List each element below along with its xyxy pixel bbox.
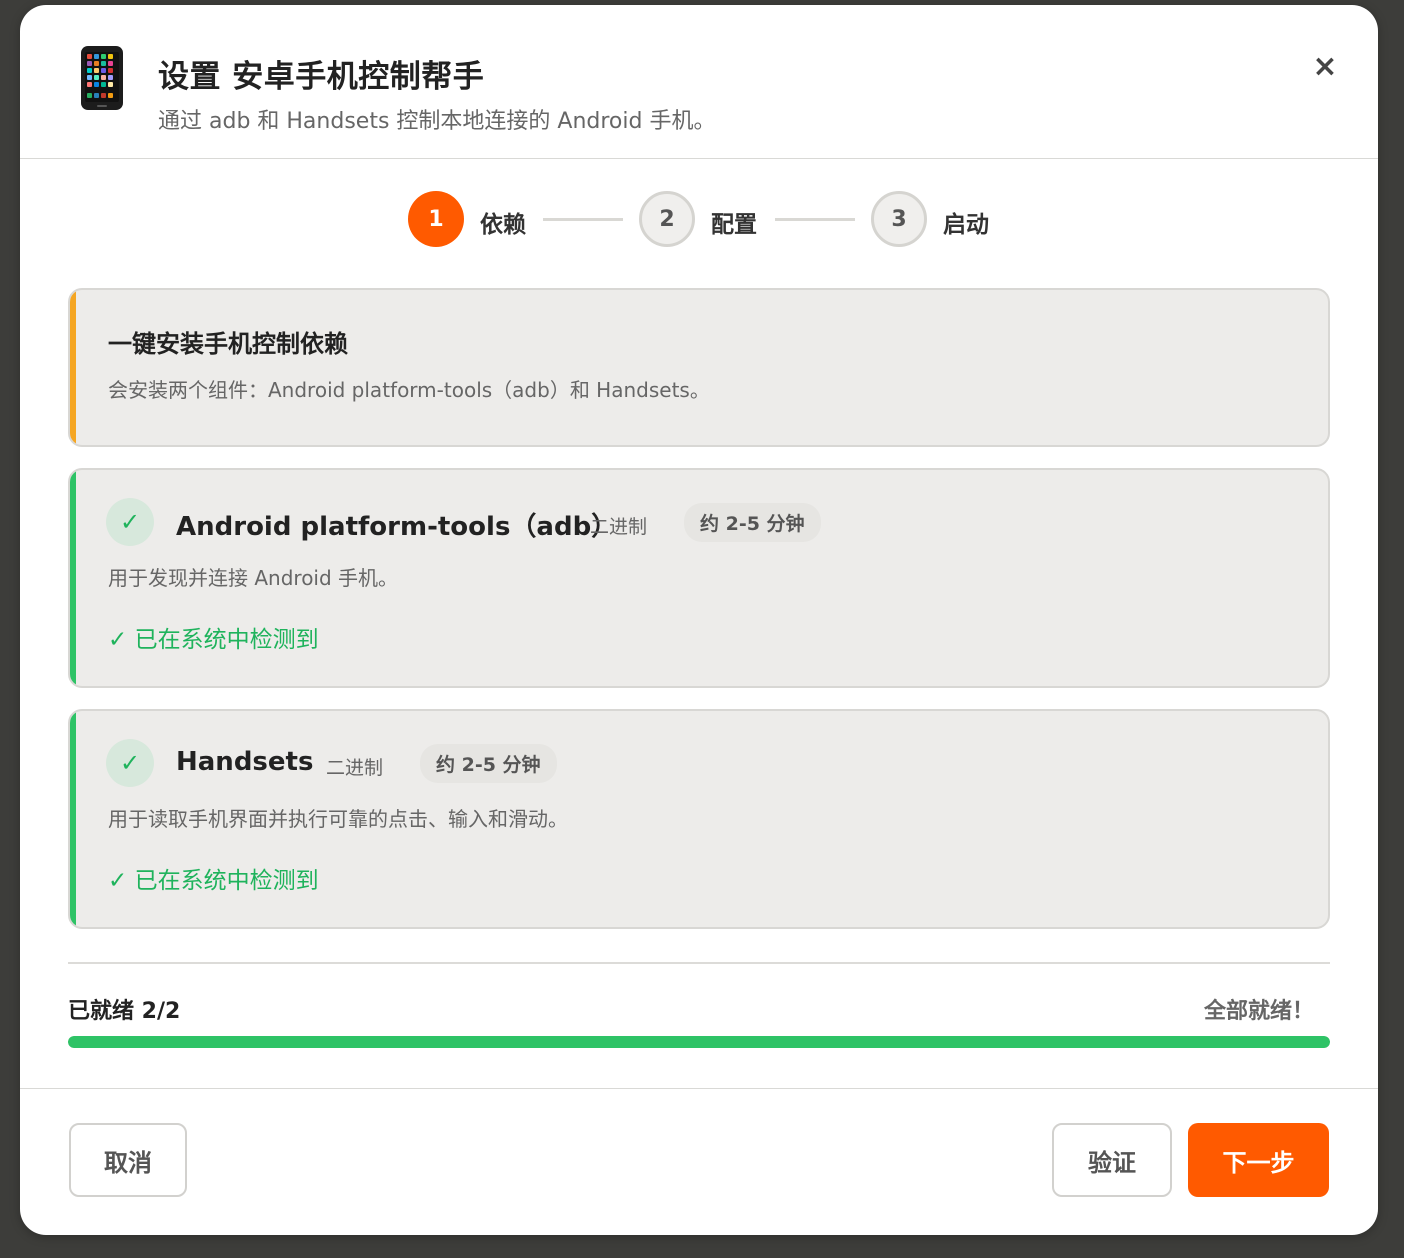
progress-fill — [68, 1036, 1330, 1048]
component-name: Handsets — [176, 747, 314, 777]
cancel-button[interactable]: 取消 — [69, 1123, 187, 1197]
component-card-handsets: ✓ Handsets 二进制 约 2-5 分钟 用于读取手机界面并执行可靠的点击… — [68, 709, 1330, 929]
component-type-tag: 二进制 — [326, 757, 384, 779]
component-time-badge: 约 2-5 分钟 — [420, 744, 557, 783]
section-divider — [68, 962, 1330, 964]
component-time-badge: 约 2-5 分钟 — [684, 503, 821, 542]
step-2-indicator: 2 — [639, 191, 695, 247]
component-card-adb: ✓ Android platform-tools（adb） 二进制 约 2-5 … — [68, 468, 1330, 688]
stepper: 1 依赖 2 配置 3 启动 — [20, 191, 1378, 251]
dialog-footer: 取消 验证 下一步 — [20, 1088, 1378, 1235]
component-description: 用于发现并连接 Android 手机。 — [108, 566, 399, 590]
dialog-subtitle: 通过 adb 和 Handsets 控制本地连接的 Android 手机。 — [158, 109, 716, 134]
ready-message: 全部就绪！ — [1203, 999, 1314, 1024]
step-2-label: 配置 — [711, 212, 757, 238]
step-connector — [543, 218, 623, 221]
step-3-indicator: 3 — [871, 191, 927, 247]
step-1-label: 依赖 — [480, 212, 526, 238]
intro-card: 一键安装手机控制依赖 会安装两个组件：Android platform-tool… — [68, 288, 1330, 447]
component-description: 用于读取手机界面并执行可靠的点击、输入和滑动。 — [108, 807, 568, 831]
mobile-phone-icon — [81, 46, 123, 110]
intro-description: 会安装两个组件：Android platform-tools（adb）和 Han… — [108, 378, 710, 402]
component-status: ✓ 已在系统中检测到 — [108, 627, 319, 653]
step-1-indicator: 1 — [408, 191, 464, 247]
verify-button[interactable]: 验证 — [1052, 1123, 1172, 1197]
step-connector — [775, 218, 855, 221]
component-status: ✓ 已在系统中检测到 — [108, 868, 319, 894]
component-name: Android platform-tools（adb） — [176, 512, 618, 542]
check-icon: ✓ — [106, 739, 154, 787]
dialog-title: 设置 安卓手机控制帮手 — [158, 59, 485, 95]
dialog-header: 设置 安卓手机控制帮手 通过 adb 和 Handsets 控制本地连接的 An… — [20, 5, 1378, 159]
setup-dialog: 设置 安卓手机控制帮手 通过 adb 和 Handsets 控制本地连接的 An… — [20, 5, 1378, 1235]
component-type-tag: 二进制 — [590, 516, 648, 538]
close-icon[interactable]: × — [1308, 49, 1342, 84]
check-icon: ✓ — [106, 498, 154, 546]
next-button[interactable]: 下一步 — [1188, 1123, 1329, 1197]
intro-title: 一键安装手机控制依赖 — [108, 330, 348, 358]
step-3-label: 启动 — [943, 212, 989, 238]
progress-bar — [68, 1036, 1330, 1048]
ready-count: 已就绪 2/2 — [68, 999, 181, 1024]
